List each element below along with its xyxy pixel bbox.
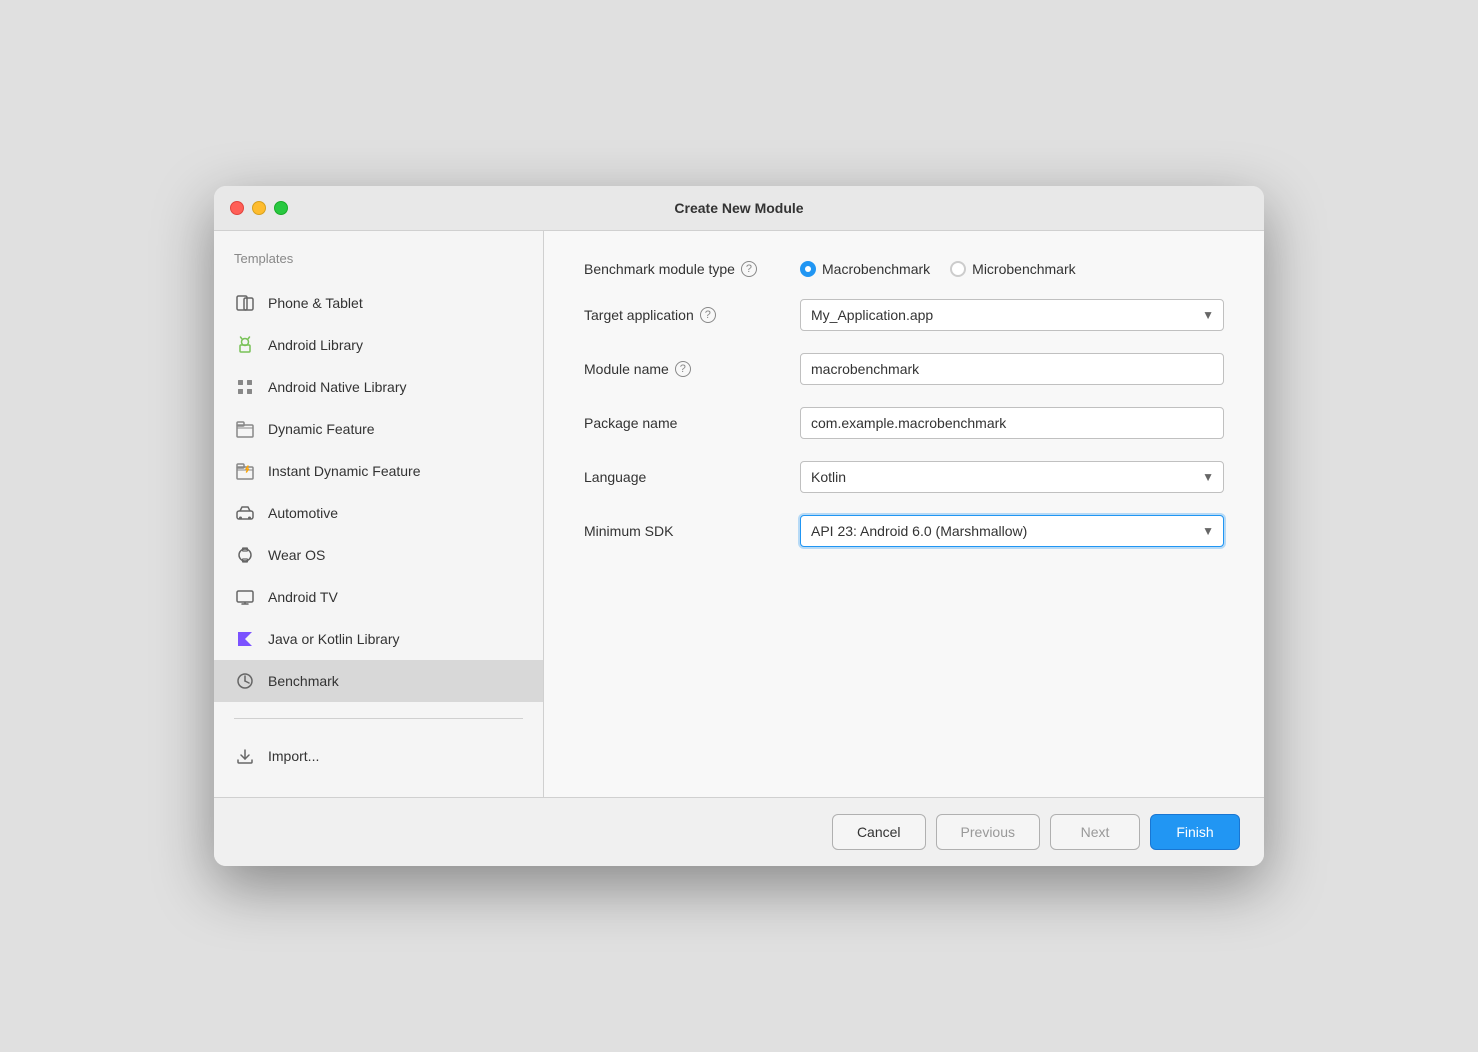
target-app-select[interactable]: My_Application.app xyxy=(800,299,1224,331)
module-name-label: Module name ? xyxy=(584,361,784,377)
package-name-input[interactable] xyxy=(800,407,1224,439)
sidebar-item-dynamic-feature[interactable]: Dynamic Feature xyxy=(214,408,543,450)
sidebar-item-wear-os-label: Wear OS xyxy=(268,547,325,563)
import-icon xyxy=(234,745,256,767)
sidebar-item-instant-dynamic-label: Instant Dynamic Feature xyxy=(268,463,421,479)
sidebar-item-benchmark-label: Benchmark xyxy=(268,673,339,689)
sidebar-item-android-library-label: Android Library xyxy=(268,337,363,353)
module-name-row: Module name ? xyxy=(584,353,1224,385)
min-sdk-label: Minimum SDK xyxy=(584,523,784,539)
title-bar: Create New Module xyxy=(214,186,1264,231)
maximize-button[interactable] xyxy=(274,201,288,215)
phone-tablet-icon xyxy=(234,292,256,314)
benchmark-type-row: Benchmark module type ? Macrobenchmark M… xyxy=(584,261,1224,277)
sidebar-item-android-library[interactable]: Android Library xyxy=(214,324,543,366)
sidebar-item-phone-tablet[interactable]: Phone & Tablet xyxy=(214,282,543,324)
sidebar-item-phone-tablet-label: Phone & Tablet xyxy=(268,295,363,311)
sidebar: Templates Phone & Tablet xyxy=(214,231,544,797)
benchmark-icon xyxy=(234,670,256,692)
dynamic-icon xyxy=(234,418,256,440)
sidebar-item-android-tv-label: Android TV xyxy=(268,589,338,605)
sidebar-item-import-label: Import... xyxy=(268,748,319,764)
previous-button[interactable]: Previous xyxy=(936,814,1040,850)
min-sdk-select-wrapper: API 23: Android 6.0 (Marshmallow) API 21… xyxy=(800,515,1224,547)
wear-icon xyxy=(234,544,256,566)
benchmark-type-help-icon[interactable]: ? xyxy=(741,261,757,277)
benchmark-type-radio-group: Macrobenchmark Microbenchmark xyxy=(800,261,1076,277)
sidebar-item-android-tv[interactable]: Android TV xyxy=(214,576,543,618)
benchmark-type-label: Benchmark module type ? xyxy=(584,261,784,277)
microbenchmark-label: Microbenchmark xyxy=(972,261,1075,277)
minimize-button[interactable] xyxy=(252,201,266,215)
dialog-footer: Cancel Previous Next Finish xyxy=(214,797,1264,866)
close-button[interactable] xyxy=(230,201,244,215)
target-app-help-icon[interactable]: ? xyxy=(700,307,716,323)
microbenchmark-radio[interactable] xyxy=(950,261,966,277)
sidebar-item-kotlin-library[interactable]: Java or Kotlin Library xyxy=(214,618,543,660)
target-app-select-wrapper: My_Application.app ▼ xyxy=(800,299,1224,331)
sidebar-item-android-native[interactable]: Android Native Library xyxy=(214,366,543,408)
finish-button[interactable]: Finish xyxy=(1150,814,1240,850)
tv-icon xyxy=(234,586,256,608)
macrobenchmark-option[interactable]: Macrobenchmark xyxy=(800,261,930,277)
dialog-title: Create New Module xyxy=(674,200,803,216)
module-name-help-icon[interactable]: ? xyxy=(675,361,691,377)
language-select-wrapper: Kotlin Java ▼ xyxy=(800,461,1224,493)
sidebar-item-android-native-label: Android Native Library xyxy=(268,379,407,395)
android-library-icon xyxy=(234,334,256,356)
language-select[interactable]: Kotlin Java xyxy=(800,461,1224,493)
cancel-button[interactable]: Cancel xyxy=(832,814,926,850)
sidebar-item-instant-dynamic[interactable]: Instant Dynamic Feature xyxy=(214,450,543,492)
microbenchmark-option[interactable]: Microbenchmark xyxy=(950,261,1075,277)
sidebar-item-automotive[interactable]: Automotive xyxy=(214,492,543,534)
min-sdk-select[interactable]: API 23: Android 6.0 (Marshmallow) API 21… xyxy=(800,515,1224,547)
automotive-icon xyxy=(234,502,256,524)
sidebar-item-automotive-label: Automotive xyxy=(268,505,338,521)
package-name-row: Package name xyxy=(584,407,1224,439)
kotlin-icon xyxy=(234,628,256,650)
dialog-body: Templates Phone & Tablet xyxy=(214,231,1264,797)
macrobenchmark-label: Macrobenchmark xyxy=(822,261,930,277)
sidebar-divider xyxy=(234,718,523,719)
language-label: Language xyxy=(584,469,784,485)
macrobenchmark-radio[interactable] xyxy=(800,261,816,277)
module-name-input[interactable] xyxy=(800,353,1224,385)
language-row: Language Kotlin Java ▼ xyxy=(584,461,1224,493)
instant-icon xyxy=(234,460,256,482)
sidebar-item-kotlin-library-label: Java or Kotlin Library xyxy=(268,631,400,647)
sidebar-item-benchmark[interactable]: Benchmark xyxy=(214,660,543,702)
sidebar-item-dynamic-feature-label: Dynamic Feature xyxy=(268,421,375,437)
target-app-row: Target application ? My_Application.app … xyxy=(584,299,1224,331)
main-content: Benchmark module type ? Macrobenchmark M… xyxy=(544,231,1264,797)
sidebar-item-import[interactable]: Import... xyxy=(214,735,543,777)
target-app-label: Target application ? xyxy=(584,307,784,323)
package-name-label: Package name xyxy=(584,415,784,431)
native-icon xyxy=(234,376,256,398)
next-button[interactable]: Next xyxy=(1050,814,1140,850)
traffic-lights xyxy=(230,201,288,215)
min-sdk-row: Minimum SDK API 23: Android 6.0 (Marshma… xyxy=(584,515,1224,547)
create-new-module-dialog: Create New Module Templates Phone & Tabl… xyxy=(214,186,1264,866)
sidebar-item-wear-os[interactable]: Wear OS xyxy=(214,534,543,576)
sidebar-heading: Templates xyxy=(214,251,543,282)
